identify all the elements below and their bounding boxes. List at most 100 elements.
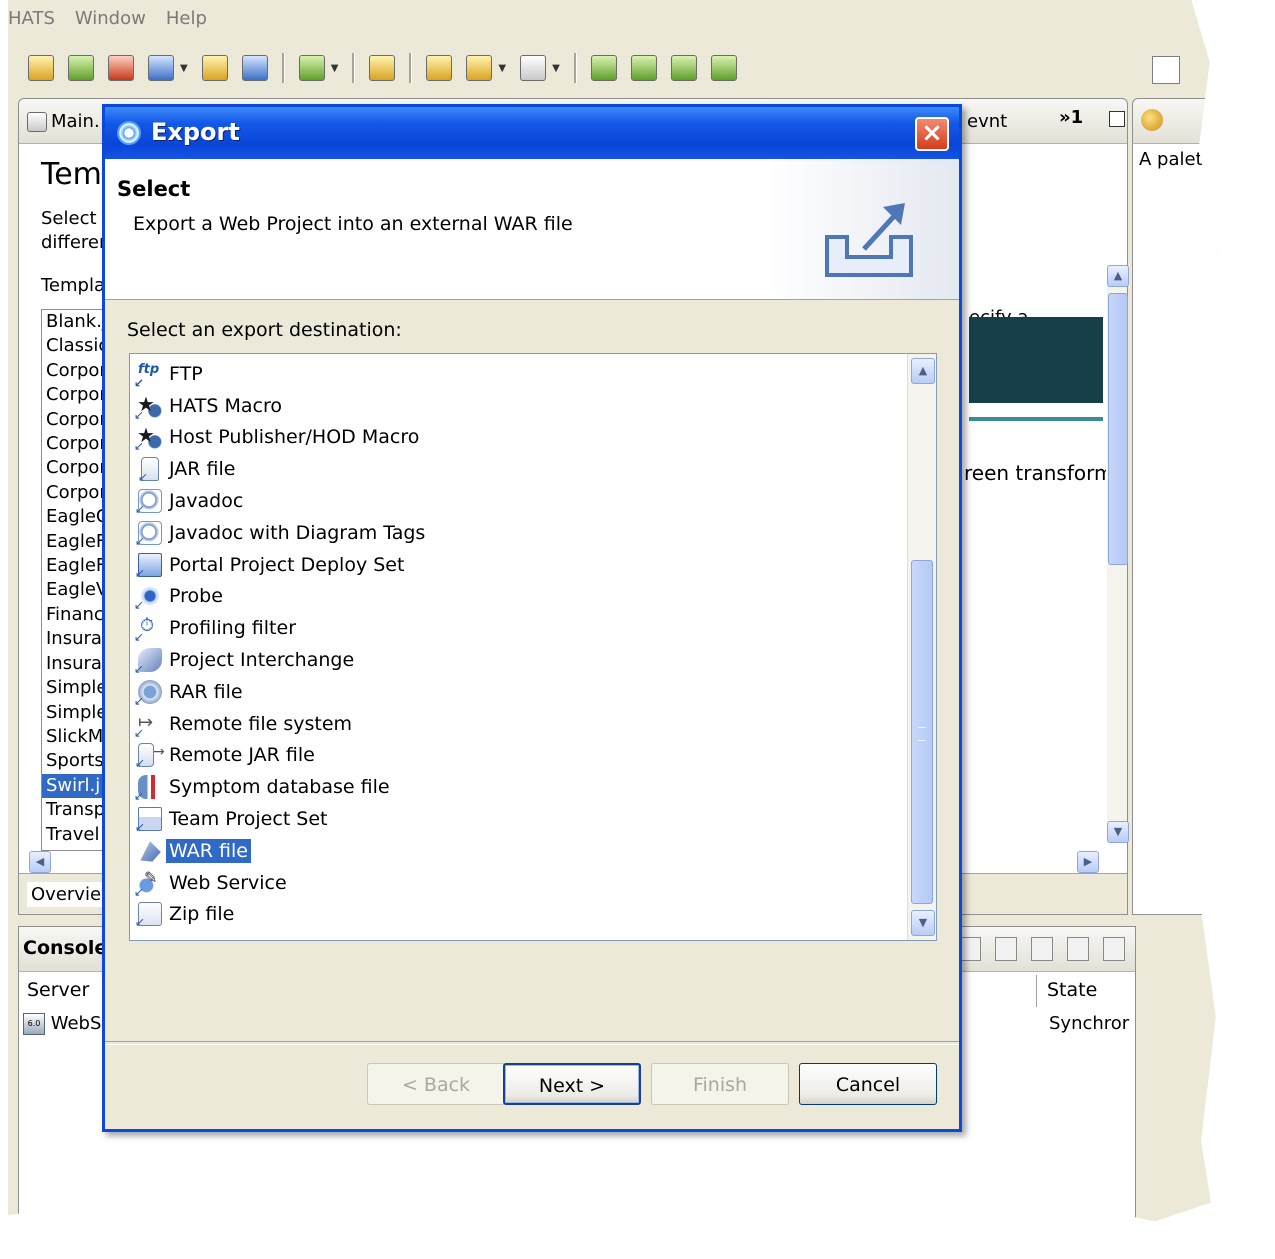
export-arrow-icon: ↙	[135, 820, 146, 835]
destination-item[interactable]: ↙ JAR file	[130, 453, 900, 485]
run-server-icon[interactable]	[298, 55, 325, 81]
scroll-up-icon[interactable]: ▲	[1107, 265, 1129, 287]
chevron-down-icon[interactable]: ▼	[498, 63, 506, 74]
template-list-item[interactable]: Transp	[42, 798, 104, 822]
scroll-down-icon[interactable]: ▼	[911, 910, 935, 936]
tab-main[interactable]: Main.	[27, 111, 100, 132]
open-perspective-icon[interactable]	[1152, 56, 1180, 84]
forward-arrow-icon[interactable]	[520, 55, 547, 81]
column-header-state[interactable]: State	[1039, 975, 1135, 1007]
template-list-item[interactable]: EagleF	[42, 554, 104, 578]
back-arrow-icon[interactable]	[466, 55, 493, 81]
console-title[interactable]: Console	[23, 937, 107, 959]
template-list-item[interactable]: Corpor	[42, 383, 104, 407]
menu-window[interactable]: Window	[75, 4, 156, 34]
template-list-item[interactable]: Corpor	[42, 408, 104, 432]
pencil-icon[interactable]	[369, 55, 396, 81]
template-list-item[interactable]: Sports	[42, 749, 104, 773]
destination-item[interactable]: ↙ Remote JAR file	[130, 740, 900, 772]
destination-item[interactable]: ↙ Team Project Set	[130, 803, 900, 835]
portal-project-icon: ↙	[135, 552, 162, 580]
destination-item[interactable]: ↙ Zip file	[130, 899, 900, 931]
destination-item[interactable]: ↙ Javadoc	[130, 485, 900, 517]
maximize-icon[interactable]	[1103, 937, 1125, 961]
finish-button[interactable]: Finish	[651, 1063, 789, 1105]
hats-tool-4-icon[interactable]	[710, 55, 737, 81]
maximize-icon[interactable]	[1109, 111, 1125, 127]
template-list-item[interactable]: Corpor	[42, 359, 104, 383]
tab-main-label: Main.	[51, 111, 100, 132]
destination-item[interactable]: ↙ Profiling filter	[130, 612, 900, 644]
scroll-thumb[interactable]	[1108, 293, 1128, 565]
new-macro-icon[interactable]	[108, 55, 134, 81]
server-row[interactable]: 6.0 WebS	[23, 1013, 101, 1035]
menu-hats[interactable]: HATS	[8, 4, 65, 34]
destination-item[interactable]: ↙ Symptom database file	[130, 771, 900, 803]
stop-icon[interactable]	[959, 937, 981, 961]
template-list-item[interactable]: SlickMo	[42, 725, 104, 749]
template-list-item[interactable]: EagleC	[42, 505, 104, 529]
dialog-titlebar[interactable]: Export ×	[105, 107, 959, 159]
close-icon: ×	[921, 118, 943, 148]
destination-item[interactable]: ↙ Project Interchange	[130, 644, 900, 676]
new-component-icon[interactable]	[148, 55, 174, 81]
template-list-item[interactable]: EagleV	[42, 578, 104, 602]
new-project-icon[interactable]	[28, 55, 54, 81]
template-list-item[interactable]: Insura	[42, 652, 104, 676]
hats-tool-2-icon[interactable]	[630, 55, 657, 81]
back-button[interactable]: < Back	[367, 1063, 505, 1105]
template-list-item[interactable]: Simple	[42, 701, 104, 725]
template-list-item[interactable]: Swirl.j	[42, 773, 104, 799]
template-list-item[interactable]: Classic	[42, 334, 104, 358]
destination-item[interactable]: ↙ RAR file	[130, 676, 900, 708]
next-button[interactable]: Next >	[503, 1063, 641, 1105]
destination-item[interactable]: ↙ Portal Project Deploy Set	[130, 549, 900, 581]
template-list-item[interactable]: Travel	[42, 823, 104, 847]
scroll-right-icon[interactable]: ▶	[1077, 851, 1099, 873]
last-edit-icon[interactable]	[426, 55, 453, 81]
scroll-up-icon[interactable]: ▲	[911, 358, 935, 384]
template-list-item[interactable]: Corpor	[42, 432, 104, 456]
copy-icon[interactable]	[1031, 937, 1053, 961]
menu-help[interactable]: Help	[166, 4, 217, 34]
cancel-button[interactable]: Cancel	[799, 1063, 937, 1105]
template-list-item[interactable]: Simple	[42, 676, 104, 700]
destination-item[interactable]: ↙ Web Service	[130, 867, 900, 899]
hats-tool-3-icon[interactable]	[670, 55, 697, 81]
chevron-down-icon[interactable]: ▼	[180, 63, 188, 74]
destination-item[interactable]: ↙ HATS Macro	[130, 390, 900, 422]
tab-overflow[interactable]: »1	[1059, 107, 1083, 128]
template-list-item[interactable]: Insura	[42, 627, 104, 651]
destination-list-scrollbar[interactable]: ▲ ▼	[907, 354, 936, 940]
chevron-down-icon[interactable]: ▼	[331, 63, 339, 74]
close-button[interactable]: ×	[915, 117, 949, 151]
scroll-left-icon[interactable]: ◀	[29, 851, 51, 873]
palette-icon[interactable]	[1141, 109, 1163, 131]
destination-item[interactable]: ftp ↙ FTP	[130, 358, 900, 390]
publish-icon[interactable]	[995, 937, 1017, 961]
destination-item[interactable]: ↙ Host Publisher/HOD Macro	[130, 422, 900, 453]
new-screen-icon[interactable]	[68, 55, 94, 81]
destination-item-label: JAR file	[169, 458, 236, 481]
hats-tool-1-icon[interactable]	[590, 55, 617, 81]
destination-item[interactable]: ↙ WAR file	[130, 835, 900, 867]
dialog-title: Export	[151, 118, 240, 146]
template-list-item[interactable]: Financ	[42, 603, 104, 627]
template-list-item[interactable]: Corpor	[42, 456, 104, 480]
open-type-icon[interactable]	[241, 55, 268, 81]
editor-vertical-scrollbar[interactable]: ▲	[1107, 265, 1129, 835]
destination-item[interactable]: ↙ Javadoc with Diagram Tags	[130, 517, 900, 549]
minimize-icon[interactable]	[1067, 937, 1089, 961]
destination-item[interactable]: ↙ Remote file system	[130, 708, 900, 740]
template-list-item[interactable]: Corpor	[42, 481, 104, 505]
tab-evnt[interactable]: evnt	[967, 111, 1007, 132]
scroll-thumb[interactable]	[911, 560, 933, 904]
j2ee-icon[interactable]	[201, 55, 228, 81]
scroll-down-icon[interactable]: ▼	[1107, 821, 1129, 843]
export-destination-list[interactable]: ftp↙ FTP ↙ HATS Macro ↙ Host Publisher/HOD Ma…	[129, 353, 937, 941]
destination-item[interactable]: ↙ Probe	[130, 581, 900, 612]
chevron-down-icon[interactable]: ▼	[552, 63, 560, 74]
template-list-item[interactable]: Blank.j	[42, 310, 104, 334]
template-list-item[interactable]: EagleF	[42, 530, 104, 554]
template-list[interactable]: Blank.j Classic Corpor Corpor Corpor Corpor Co…	[41, 309, 105, 851]
